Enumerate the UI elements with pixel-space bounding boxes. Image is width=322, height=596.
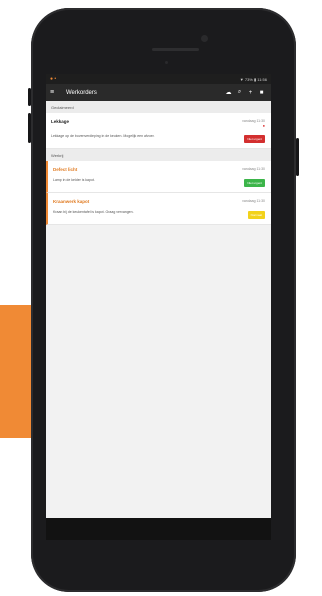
workorder-description: Lamp in de kelder is kapot. [53, 178, 95, 182]
app-bar: ≡ Werkorders ☁ ⌕ + ■ [46, 84, 271, 101]
status-bar: ● • ▼ 73% ▮ 11:56 [46, 74, 271, 84]
workorder-card[interactable]: Kraanwerk kapot vandaag 11:30 Kraan bij … [46, 193, 271, 225]
priority-badge: Normaal [247, 211, 265, 219]
priority-badge: Niet urgent [244, 135, 265, 143]
system-nav-bar [46, 518, 271, 540]
pin-icon: ● [262, 123, 265, 128]
stage: ● • ▼ 73% ▮ 11:56 ≡ Werkorders ☁ ⌕ + ■ G… [0, 0, 322, 596]
app-title: Werkorders [66, 89, 97, 96]
workorder-time: vandaag 11:30 [242, 167, 265, 171]
volume-button [28, 88, 31, 106]
more-icon[interactable]: ■ [256, 90, 267, 96]
earpiece-speaker [152, 48, 199, 51]
volume-button [28, 113, 31, 143]
priority-badge: Niet urgent [244, 179, 265, 187]
section-header-queue: Werkrij [46, 149, 271, 161]
power-button [296, 138, 299, 176]
front-camera [201, 35, 208, 42]
status-indicators: ▼ 73% ▮ 11:56 [239, 76, 267, 82]
menu-icon[interactable]: ≡ [50, 89, 62, 96]
section-header-claimed: Geclaimeerd [46, 101, 271, 113]
app-screen: ● • ▼ 73% ▮ 11:56 ≡ Werkorders ☁ ⌕ + ■ G… [46, 74, 271, 540]
workorder-time: vandaag 11:30 [242, 199, 265, 203]
workorder-card[interactable]: Defect licht vandaag 11:30 Lamp in de ke… [46, 161, 271, 193]
workorder-title: Defect licht [53, 167, 78, 172]
workorder-description: Lekkage op de bovenverdieping in de keuk… [51, 134, 155, 138]
add-icon[interactable]: + [245, 90, 256, 96]
proximity-sensor [165, 61, 168, 64]
workorder-title: Kraanwerk kapot [53, 199, 90, 204]
notification-icons: ● • [50, 76, 57, 82]
workorder-card[interactable]: Lekkage vandaag 11:30 ● Lekkage op de bo… [46, 113, 271, 149]
search-icon[interactable]: ⌕ [234, 89, 245, 96]
workorder-time: vandaag 11:30 [242, 119, 265, 123]
workorder-description: Kraan bij de keukentafel is kapot. Graag… [53, 210, 134, 214]
cloud-upload-icon[interactable]: ☁ [223, 89, 234, 96]
workorder-title: Lekkage [51, 119, 70, 124]
